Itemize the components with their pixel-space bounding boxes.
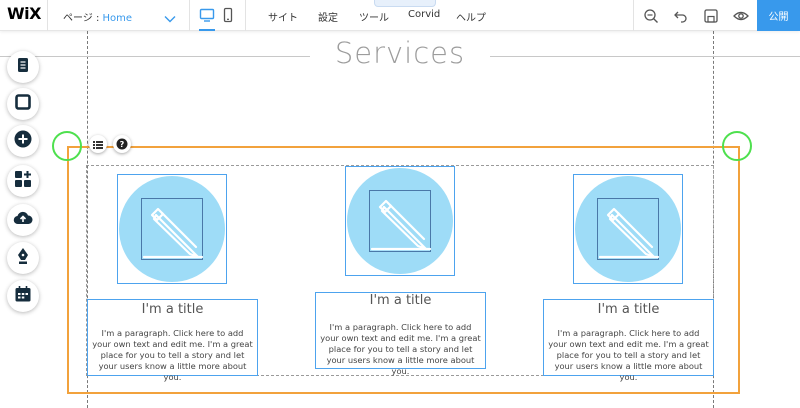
card-3-image[interactable]	[573, 174, 683, 284]
card-paragraph[interactable]: I'm a paragraph. Click here to add your …	[92, 328, 253, 383]
card-title[interactable]: I'm a title	[544, 302, 713, 317]
save-icon[interactable]	[703, 8, 719, 24]
menu-corvid[interactable]: Corvid	[408, 9, 440, 20]
undo-icon[interactable]	[673, 8, 689, 24]
desktop-view-indicator	[199, 29, 215, 31]
blog-button[interactable]	[7, 242, 39, 274]
card-2-image[interactable]	[345, 166, 455, 276]
resize-handle-right[interactable]	[722, 131, 752, 161]
background-icon	[15, 94, 31, 114]
section-title[interactable]: Services	[310, 36, 490, 70]
upload-button[interactable]	[7, 204, 39, 236]
card-title[interactable]: I'm a title	[316, 293, 485, 308]
title-rule-right	[490, 56, 800, 57]
title-rule-left	[0, 56, 310, 57]
pencil-icon	[346, 167, 456, 281]
layout-button[interactable]	[89, 135, 107, 153]
card-paragraph[interactable]: I'm a paragraph. Click here to add your …	[320, 322, 481, 377]
pencil-icon	[574, 175, 684, 289]
menu-site[interactable]: サイト	[268, 9, 298, 24]
divider	[47, 0, 48, 31]
chevron-down-icon[interactable]	[164, 9, 176, 23]
resize-handle-left[interactable]	[52, 131, 82, 161]
upload-icon	[13, 210, 33, 230]
zoom-out-icon[interactable]	[643, 8, 659, 24]
bookings-button[interactable]	[7, 280, 39, 312]
tooltip-peek	[374, 0, 436, 7]
pencil-icon	[118, 175, 228, 289]
menu-help[interactable]: ヘルプ	[456, 9, 486, 24]
card-1-image[interactable]	[117, 174, 227, 284]
pages-icon	[15, 57, 31, 77]
menu-tools[interactable]: ツール	[359, 9, 389, 24]
divider	[633, 0, 634, 31]
app-market-button[interactable]	[7, 165, 39, 197]
card-paragraph[interactable]: I'm a paragraph. Click here to add your …	[548, 328, 709, 383]
card-title[interactable]: I'm a title	[88, 302, 257, 317]
bookings-calendar-icon	[14, 285, 32, 307]
wix-editor: Services ? I'm a title I'm a paragraph. …	[0, 0, 800, 408]
mobile-view-icon[interactable]	[220, 7, 236, 23]
help-icon: ?	[116, 135, 128, 154]
list-icon	[93, 135, 103, 154]
pages-button[interactable]	[7, 51, 39, 83]
help-button[interactable]: ?	[113, 135, 131, 153]
add-button[interactable]	[7, 125, 39, 157]
blog-pen-icon	[15, 247, 31, 269]
page-selector[interactable]: ページ : Home	[63, 9, 132, 24]
top-bar: WiX ページ : Home サイト 設定 ツール Corvid ヘルプ 公開	[0, 0, 800, 31]
desktop-view-icon[interactable]	[199, 7, 215, 23]
card-2-text[interactable]: I'm a title I'm a paragraph. Click here …	[315, 292, 486, 376]
add-icon	[14, 130, 32, 152]
svg-text:?: ?	[120, 140, 125, 149]
preview-eye-icon[interactable]	[733, 8, 749, 24]
publish-button[interactable]: 公開	[757, 0, 800, 31]
divider	[245, 0, 246, 31]
background-button[interactable]	[7, 88, 39, 120]
page-selector-value: Home	[102, 13, 133, 24]
app-market-icon	[14, 170, 32, 192]
wix-logo: WiX	[7, 4, 41, 23]
card-1-text[interactable]: I'm a title I'm a paragraph. Click here …	[87, 299, 258, 382]
card-3-text[interactable]: I'm a title I'm a paragraph. Click here …	[543, 299, 714, 382]
menu-settings[interactable]: 設定	[318, 9, 338, 24]
divider	[189, 0, 190, 31]
page-selector-label: ページ :	[63, 13, 103, 24]
